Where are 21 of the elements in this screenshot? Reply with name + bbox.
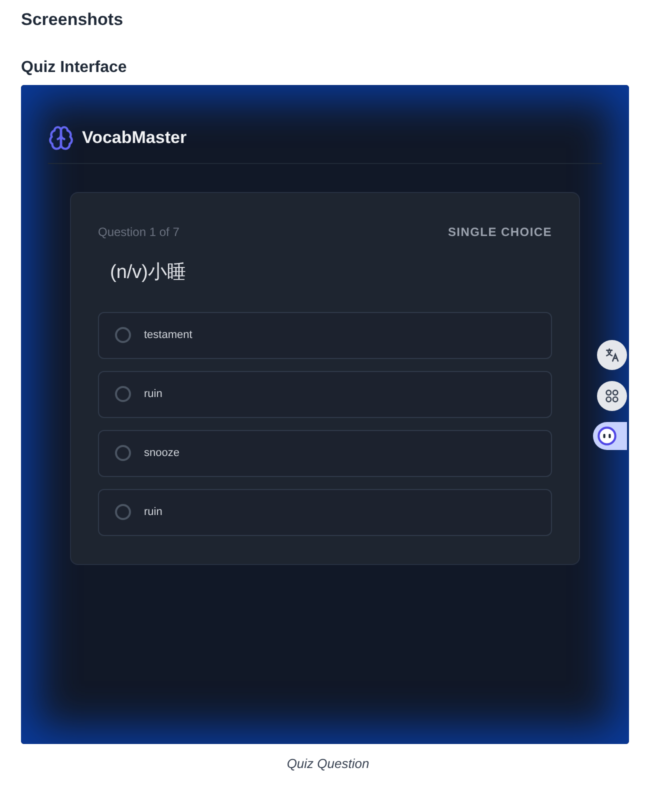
question-type: SINGLE CHOICE	[448, 224, 552, 241]
answer-option[interactable]: testament	[98, 312, 552, 358]
translate-icon	[604, 347, 620, 363]
apps-icon	[604, 388, 620, 404]
brain-icon	[48, 125, 74, 151]
screenshot-title: Quiz Interface	[21, 58, 128, 78]
side-button[interactable]	[597, 381, 627, 411]
answer-option[interactable]: ruin	[98, 370, 552, 418]
screenshot-caption: Quiz Question	[286, 755, 370, 773]
answer-option[interactable]: snooze	[98, 430, 552, 476]
side-button[interactable]	[593, 422, 627, 450]
radio-icon	[115, 386, 131, 402]
answer-option[interactable]: ruin	[98, 488, 552, 536]
radio-icon	[115, 504, 131, 520]
side-button[interactable]	[597, 340, 627, 370]
radio-icon	[115, 445, 131, 461]
question-prompt: (n/v)小睡	[110, 261, 187, 285]
radio-icon	[115, 327, 131, 343]
robot-face-icon	[597, 426, 617, 446]
brand-name: VocabMaster	[82, 127, 187, 150]
section-title: Screenshots	[21, 10, 124, 30]
